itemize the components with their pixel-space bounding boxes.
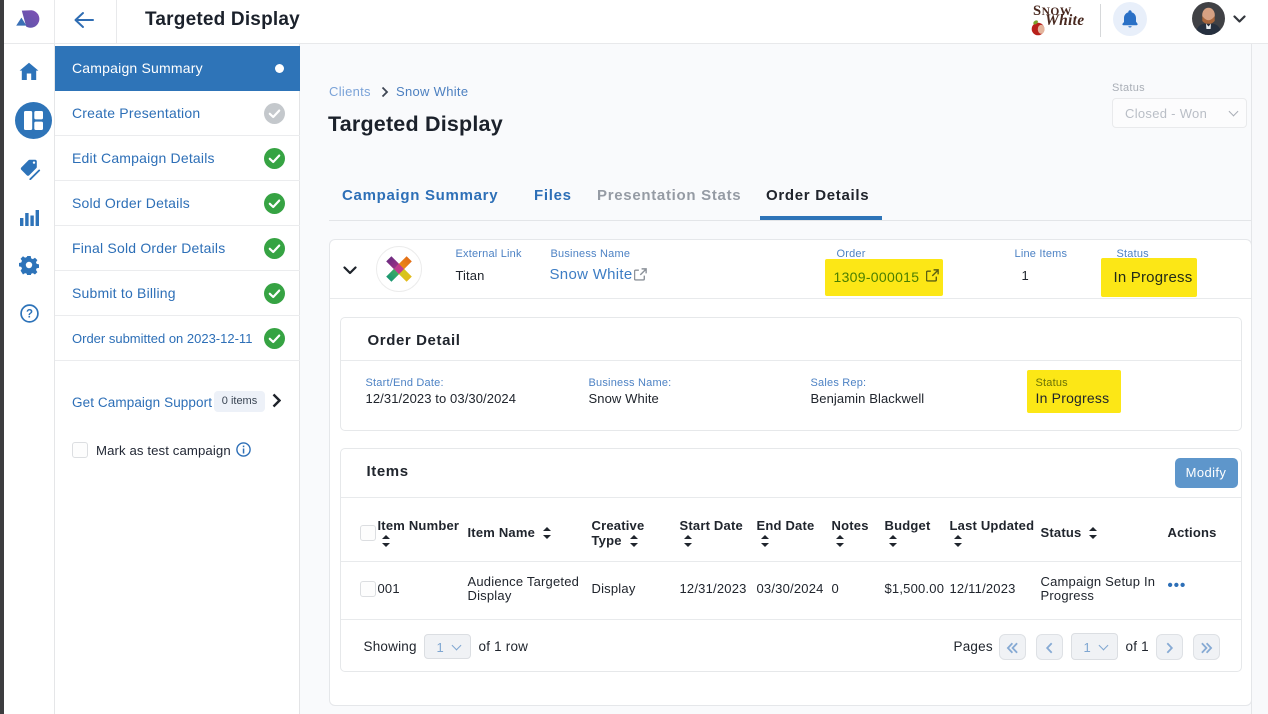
svg-text:?: ? — [26, 309, 33, 321]
